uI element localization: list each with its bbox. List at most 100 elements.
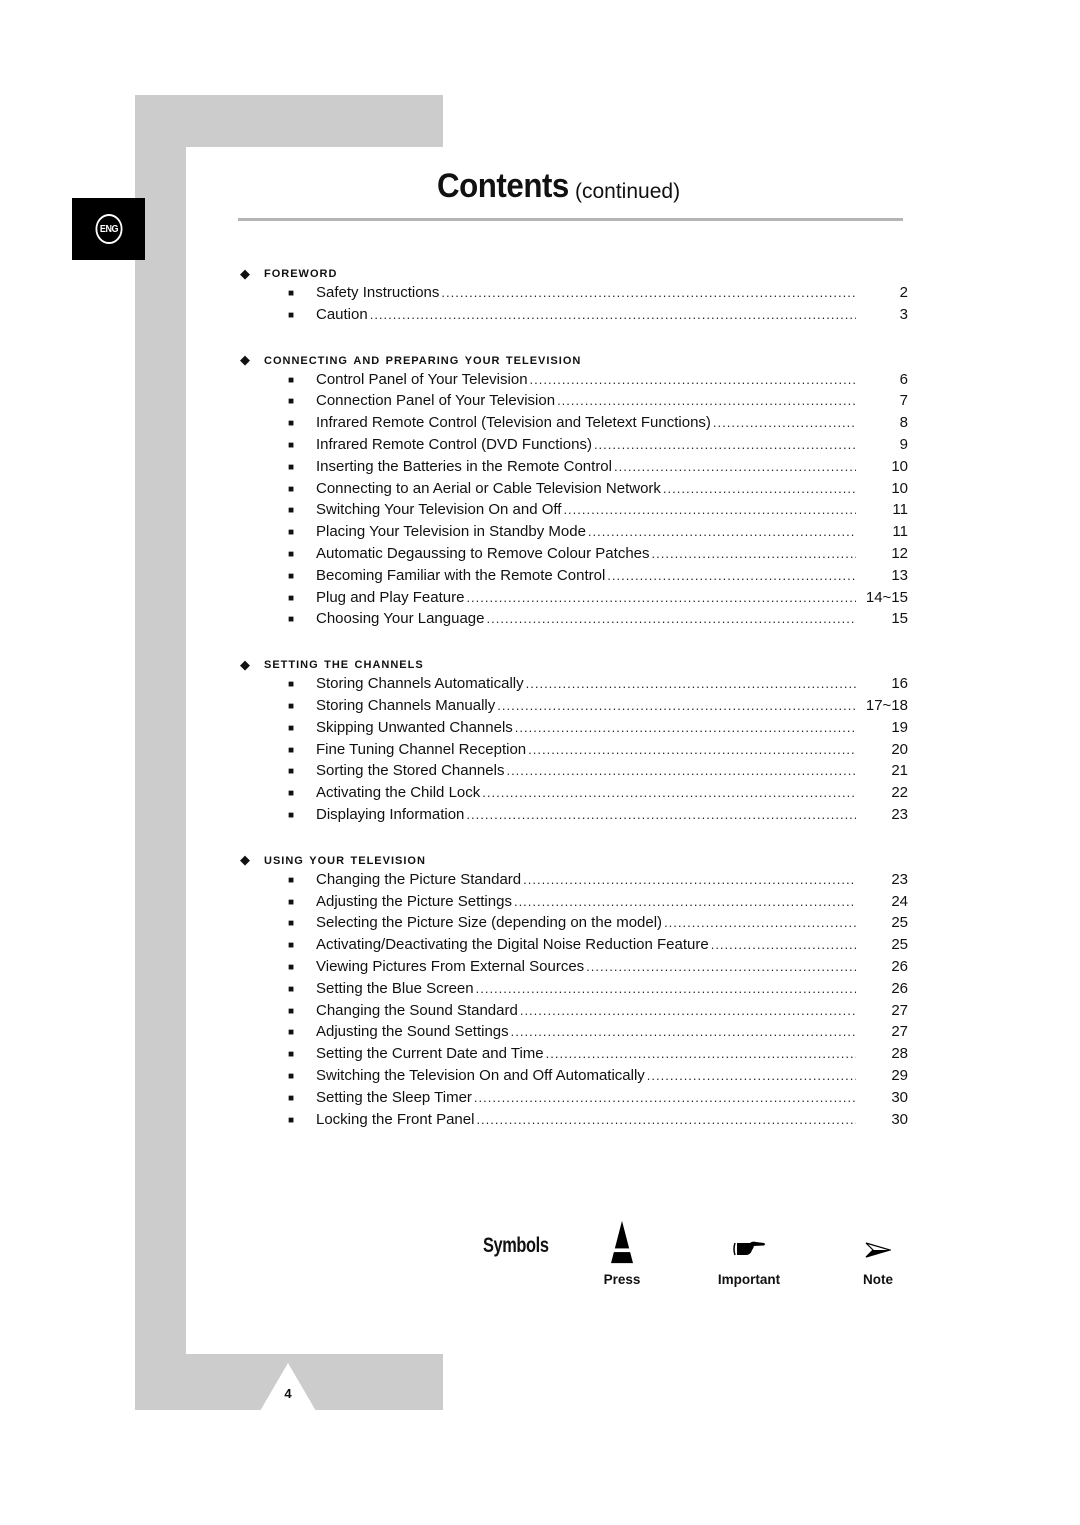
toc-entry-page[interactable]: 26 — [856, 958, 908, 975]
toc-entry[interactable]: ■ Activating/Deactivating the Digital Noi… — [240, 936, 908, 958]
toc-entry-label[interactable]: Caution — [316, 306, 370, 323]
toc-entry[interactable]: ■ Activating the Child Lock 22 — [240, 784, 908, 806]
toc-entry[interactable]: ■ Setting the Sleep Timer 30 — [240, 1089, 908, 1111]
toc-entry[interactable]: ■ Placing Your Television in Standby Mode… — [240, 523, 908, 545]
toc-entry-page[interactable]: 17~18 — [856, 697, 908, 714]
toc-entry-page[interactable]: 24 — [856, 893, 908, 910]
toc-section-title[interactable]: Setting the Channels — [264, 655, 424, 673]
toc-entry[interactable]: ■ Changing the Picture Standard 23 — [240, 871, 908, 893]
toc-entry[interactable]: ■ Control Panel of Your Television 6 — [240, 371, 908, 393]
toc-entry-label[interactable]: Inserting the Batteries in the Remote Co… — [316, 458, 614, 475]
toc-entry-label[interactable]: Switching Your Television On and Off — [316, 501, 563, 518]
toc-entry[interactable]: ■ Plug and Play Feature 14~15 — [240, 589, 908, 611]
toc-entry[interactable]: ■ Connection Panel of Your Television 7 — [240, 392, 908, 414]
toc-entry[interactable]: ■ Inserting the Batteries in the Remote C… — [240, 458, 908, 480]
toc-entry-page[interactable]: 10 — [856, 480, 908, 497]
toc-entry-page[interactable]: 8 — [856, 414, 908, 431]
toc-entry-label[interactable]: Selecting the Picture Size (depending on… — [316, 914, 664, 931]
toc-entry-label[interactable]: Adjusting the Picture Settings — [316, 893, 514, 910]
toc-entry-page[interactable]: 30 — [856, 1111, 908, 1128]
toc-entry-page[interactable]: 22 — [856, 784, 908, 801]
toc-entry[interactable]: ■ Switching the Television On and Off Aut… — [240, 1067, 908, 1089]
toc-entry-label[interactable]: Skipping Unwanted Channels — [316, 719, 515, 736]
toc-entry-page[interactable]: 29 — [856, 1067, 908, 1084]
toc-entry[interactable]: ■ Connecting to an Aerial or Cable Televi… — [240, 480, 908, 502]
toc-entry[interactable]: ■ Storing Channels Manually 17~18 — [240, 697, 908, 719]
toc-entry-label[interactable]: Infrared Remote Control (DVD Functions) — [316, 436, 594, 453]
toc-entry-page[interactable]: 21 — [856, 762, 908, 779]
toc-entry-label[interactable]: Control Panel of Your Television — [316, 371, 530, 388]
toc-entry[interactable]: ■ Skipping Unwanted Channels 19 — [240, 719, 908, 741]
toc-entry-page[interactable]: 12 — [856, 545, 908, 562]
toc-entry-page[interactable]: 16 — [856, 675, 908, 692]
toc-entry-page[interactable]: 28 — [856, 1045, 908, 1062]
toc-entry[interactable]: ■ Sorting the Stored Channels 21 — [240, 762, 908, 784]
toc-entry-page[interactable]: 23 — [856, 871, 908, 888]
toc-entry-label[interactable]: Connecting to an Aerial or Cable Televis… — [316, 480, 663, 497]
toc-entry-label[interactable]: Setting the Current Date and Time — [316, 1045, 546, 1062]
toc-entry-page[interactable]: 30 — [856, 1089, 908, 1106]
toc-entry-page[interactable]: 9 — [856, 436, 908, 453]
toc-entry[interactable]: ■ Storing Channels Automatically 16 — [240, 675, 908, 697]
toc-entry[interactable]: ■ Safety Instructions 2 — [240, 284, 908, 306]
toc-entry-page[interactable]: 13 — [856, 567, 908, 584]
toc-entry-label[interactable]: Automatic Degaussing to Remove Colour Pa… — [316, 545, 652, 562]
toc-entry-label[interactable]: Locking the Front Panel — [316, 1111, 476, 1128]
toc-entry-page[interactable]: 6 — [856, 371, 908, 388]
toc-entry-label[interactable]: Connection Panel of Your Television — [316, 392, 557, 409]
toc-entry-page[interactable]: 25 — [856, 936, 908, 953]
toc-entry[interactable]: ■ Displaying Information 23 — [240, 806, 908, 828]
toc-entry[interactable]: ■ Becoming Familiar with the Remote Contr… — [240, 567, 908, 589]
toc-entry-label[interactable]: Viewing Pictures From External Sources — [316, 958, 586, 975]
toc-entry-label[interactable]: Switching the Television On and Off Auto… — [316, 1067, 647, 1084]
toc-entry-label[interactable]: Becoming Familiar with the Remote Contro… — [316, 567, 607, 584]
toc-entry[interactable]: ■ Viewing Pictures From External Sources 2… — [240, 958, 908, 980]
toc-entry[interactable]: ■ Selecting the Picture Size (depending o… — [240, 914, 908, 936]
toc-entry-label[interactable]: Displaying Information — [316, 806, 466, 823]
toc-entry-page[interactable]: 19 — [856, 719, 908, 736]
toc-entry-page[interactable]: 23 — [856, 806, 908, 823]
toc-entry[interactable]: ■ Changing the Sound Standard 27 — [240, 1002, 908, 1024]
toc-entry[interactable]: ■ Choosing Your Language 15 — [240, 610, 908, 632]
toc-entry[interactable]: ■ Switching Your Television On and Off 11 — [240, 501, 908, 523]
toc-entry-page[interactable]: 27 — [856, 1023, 908, 1040]
toc-entry-page[interactable]: 7 — [856, 392, 908, 409]
toc-entry-page[interactable]: 11 — [856, 501, 908, 518]
toc-entry[interactable]: ■ Setting the Current Date and Time 28 — [240, 1045, 908, 1067]
toc-entry[interactable]: ■ Fine Tuning Channel Reception 20 — [240, 741, 908, 763]
toc-entry-label[interactable]: Safety Instructions — [316, 284, 441, 301]
toc-entry-page[interactable]: 27 — [856, 1002, 908, 1019]
toc-entry-label[interactable]: Setting the Sleep Timer — [316, 1089, 474, 1106]
toc-entry[interactable]: ■ Caution 3 — [240, 306, 908, 328]
toc-entry-page[interactable]: 3 — [856, 306, 908, 323]
toc-entry-page[interactable]: 26 — [856, 980, 908, 997]
toc-entry-page[interactable]: 15 — [856, 610, 908, 627]
toc-entry[interactable]: ■ Adjusting the Picture Settings 24 — [240, 893, 908, 915]
toc-entry[interactable]: ■ Adjusting the Sound Settings 27 — [240, 1023, 908, 1045]
toc-entry-label[interactable]: Sorting the Stored Channels — [316, 762, 506, 779]
toc-entry[interactable]: ■ Setting the Blue Screen 26 — [240, 980, 908, 1002]
toc-entry-label[interactable]: Activating/Deactivating the Digital Nois… — [316, 936, 711, 953]
toc-entry-label[interactable]: Fine Tuning Channel Reception — [316, 741, 528, 758]
toc-section-title[interactable]: Using Your Television — [264, 851, 426, 869]
toc-entry-label[interactable]: Activating the Child Lock — [316, 784, 482, 801]
toc-section-title[interactable]: Connecting and Preparing Your Television — [264, 351, 581, 369]
toc-entry[interactable]: ■ Automatic Degaussing to Remove Colour P… — [240, 545, 908, 567]
toc-entry-label[interactable]: Setting the Blue Screen — [316, 980, 476, 997]
toc-entry-label[interactable]: Choosing Your Language — [316, 610, 487, 627]
toc-entry-page[interactable]: 2 — [856, 284, 908, 301]
toc-entry-page[interactable]: 14~15 — [856, 589, 908, 606]
toc-entry-label[interactable]: Placing Your Television in Standby Mode — [316, 523, 588, 540]
toc-entry-label[interactable]: Infrared Remote Control (Television and … — [316, 414, 713, 431]
toc-entry-label[interactable]: Storing Channels Automatically — [316, 675, 526, 692]
toc-entry[interactable]: ■ Infrared Remote Control (Television and… — [240, 414, 908, 436]
toc-entry-label[interactable]: Changing the Picture Standard — [316, 871, 523, 888]
toc-entry-page[interactable]: 10 — [856, 458, 908, 475]
toc-entry-label[interactable]: Changing the Sound Standard — [316, 1002, 520, 1019]
toc-entry-page[interactable]: 11 — [856, 523, 908, 540]
toc-entry-label[interactable]: Adjusting the Sound Settings — [316, 1023, 511, 1040]
toc-entry[interactable]: ■ Infrared Remote Control (DVD Functions)… — [240, 436, 908, 458]
toc-entry-label[interactable]: Storing Channels Manually — [316, 697, 497, 714]
toc-entry-page[interactable]: 20 — [856, 741, 908, 758]
toc-entry-label[interactable]: Plug and Play Feature — [316, 589, 466, 606]
